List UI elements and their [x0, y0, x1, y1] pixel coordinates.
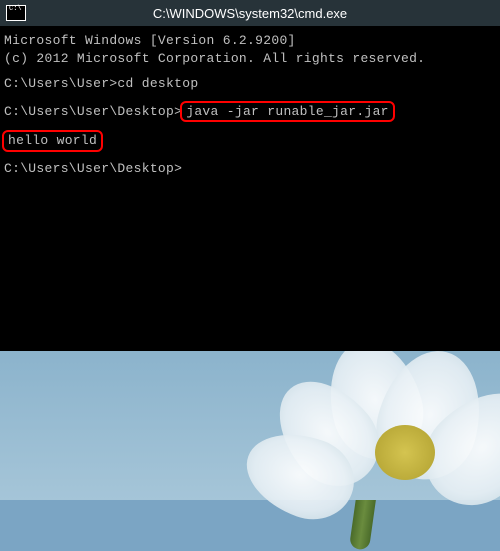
window-title: C:\WINDOWS\system32\cmd.exe — [153, 6, 347, 21]
prompt-line-1: C:\Users\User>cd desktop — [4, 75, 496, 93]
copyright-line: (c) 2012 Microsoft Corporation. All righ… — [4, 50, 496, 68]
java-command-highlight: java -jar runable_jar.jar — [180, 101, 395, 123]
version-line: Microsoft Windows [Version 6.2.9200] — [4, 32, 496, 50]
prompt-line-2: C:\Users\User\Desktop> java -jar runable_… — [4, 101, 496, 123]
prompt-2: C:\Users\User\Desktop> — [4, 104, 182, 119]
prompt-line-3: C:\Users\User\Desktop> — [4, 160, 496, 178]
output-text: hello world — [8, 133, 97, 148]
command-cd: cd desktop — [117, 76, 198, 91]
output-line: hello world — [4, 130, 496, 152]
prompt-3: C:\Users\User\Desktop> — [4, 161, 182, 176]
output-highlight: hello world — [2, 130, 103, 152]
command-java: java -jar runable_jar.jar — [186, 104, 389, 119]
title-bar[interactable]: C:\ C:\WINDOWS\system32\cmd.exe — [0, 0, 500, 26]
cmd-icon: C:\ — [6, 5, 26, 21]
terminal-window[interactable]: Microsoft Windows [Version 6.2.9200] (c)… — [0, 26, 500, 351]
prompt-1: C:\Users\User> — [4, 76, 117, 91]
